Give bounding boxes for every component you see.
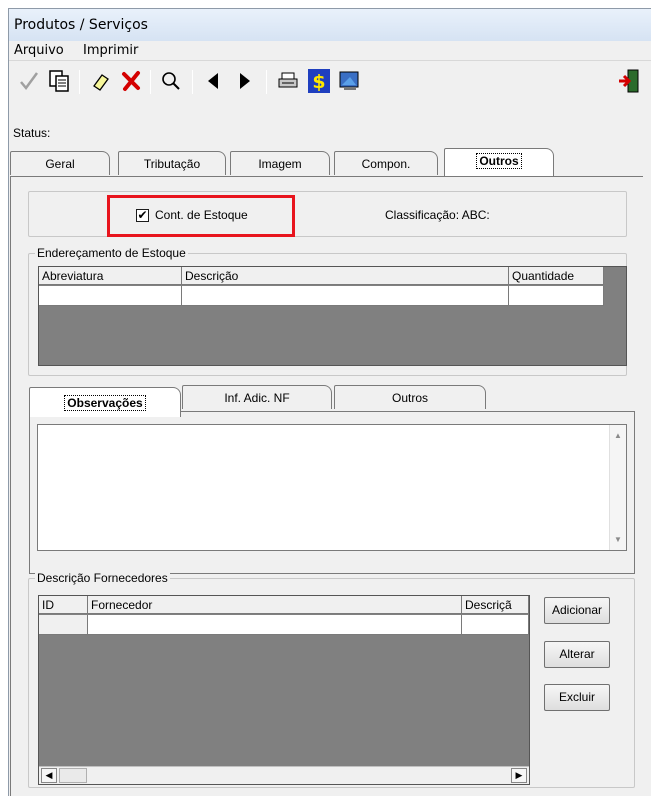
notes-textarea[interactable]: ▲ ▼ xyxy=(37,424,627,551)
monitor-image-icon[interactable] xyxy=(336,66,364,96)
table-cell[interactable] xyxy=(39,286,182,306)
column-header-descricao[interactable]: Descriçã xyxy=(462,596,529,614)
tab-observacoes[interactable]: Observações xyxy=(29,387,181,417)
table-cell[interactable] xyxy=(88,615,462,635)
printer-icon[interactable] xyxy=(274,66,302,96)
search-magnifier-icon[interactable] xyxy=(157,66,185,96)
classification-label: Classificação: ABC: xyxy=(385,208,490,222)
toolbar-separator xyxy=(192,70,193,94)
stock-addressing-title: Endereçamento de Estoque xyxy=(35,246,188,260)
column-header-abreviatura[interactable]: Abreviatura xyxy=(39,267,182,285)
exit-door-icon[interactable] xyxy=(615,66,643,96)
tab-inf-adic-nf[interactable]: Inf. Adic. NF xyxy=(182,385,332,409)
tab-outros[interactable]: Outros xyxy=(444,148,554,176)
scroll-left-icon[interactable]: ◀ xyxy=(41,768,57,783)
status-label: Status: xyxy=(13,126,51,140)
suppliers-grid[interactable]: ID Fornecedor Descriçã ◀ ▶ xyxy=(38,595,530,785)
scroll-right-icon[interactable]: ▶ xyxy=(511,768,527,783)
suppliers-title: Descrição Fornecedores xyxy=(35,571,170,585)
column-header-fornecedor[interactable]: Fornecedor xyxy=(88,596,462,614)
svg-text:$: $ xyxy=(312,71,325,93)
add-supplier-button[interactable]: Adicionar xyxy=(544,597,610,624)
confirm-check-icon[interactable] xyxy=(15,66,43,96)
table-cell[interactable] xyxy=(462,615,529,635)
toolbar: $ xyxy=(9,62,651,102)
column-header-quantidade[interactable]: Quantidade xyxy=(509,267,604,285)
menu-bar: Arquivo Imprimir xyxy=(9,41,651,61)
menu-imprimir[interactable]: Imprimir xyxy=(83,43,138,58)
column-header-descricao[interactable]: Descrição xyxy=(182,267,509,285)
table-cell[interactable] xyxy=(182,286,509,306)
dollar-icon[interactable]: $ xyxy=(305,66,333,96)
tab-compon[interactable]: Compon. xyxy=(334,151,438,175)
table-cell[interactable] xyxy=(509,286,604,306)
tab-tributacao[interactable]: Tributação xyxy=(118,151,226,175)
window-title: Produtos / Serviços xyxy=(9,9,651,41)
notes-scrollbar[interactable]: ▲ ▼ xyxy=(609,425,626,550)
previous-arrow-icon[interactable] xyxy=(199,66,227,96)
column-header-id[interactable]: ID xyxy=(39,596,88,614)
suppliers-horizontal-scrollbar[interactable]: ◀ ▶ xyxy=(39,766,529,784)
edit-supplier-button[interactable]: Alterar xyxy=(544,641,610,668)
toolbar-separator xyxy=(79,70,80,94)
next-arrow-icon[interactable] xyxy=(231,66,259,96)
row-indicator-cell[interactable] xyxy=(39,615,88,635)
highlight-box xyxy=(107,195,295,237)
toolbar-separator xyxy=(266,70,267,94)
tab-geral[interactable]: Geral xyxy=(10,151,110,175)
toolbar-separator xyxy=(150,70,151,94)
scroll-thumb[interactable] xyxy=(59,768,87,783)
menu-arquivo[interactable]: Arquivo xyxy=(14,43,64,58)
scroll-up-icon[interactable]: ▲ xyxy=(614,431,622,440)
stock-addressing-grid[interactable]: Abreviatura Descrição Quantidade xyxy=(38,266,627,366)
delete-x-icon[interactable] xyxy=(117,66,145,96)
tab-outros-notes[interactable]: Outros xyxy=(334,385,486,409)
delete-supplier-button[interactable]: Excluir xyxy=(544,684,610,711)
scroll-down-icon[interactable]: ▼ xyxy=(614,535,622,544)
eraser-icon[interactable] xyxy=(87,66,115,96)
copy-icon[interactable] xyxy=(45,66,73,96)
tab-imagem[interactable]: Imagem xyxy=(230,151,330,175)
